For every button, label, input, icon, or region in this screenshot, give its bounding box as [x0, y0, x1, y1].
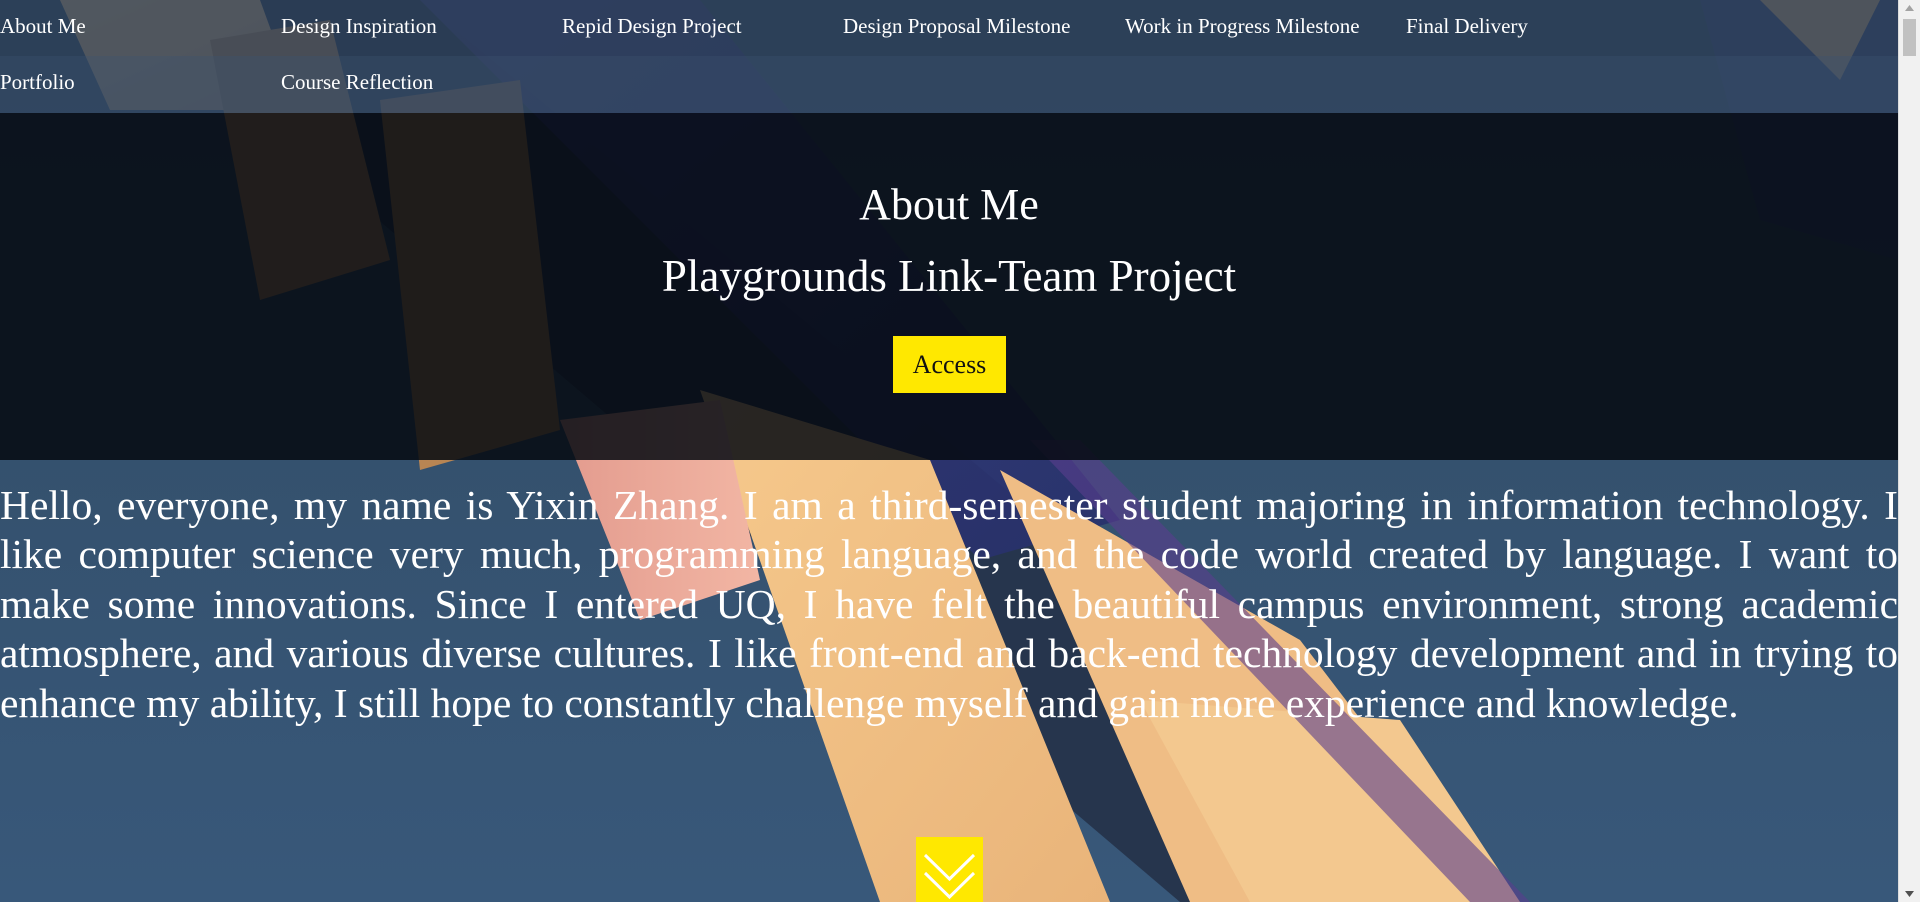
vertical-scrollbar[interactable] — [1898, 0, 1920, 902]
scroll-down-button[interactable] — [916, 837, 983, 902]
triangle-up-icon — [1905, 5, 1914, 11]
nav-item-work-in-progress-milestone[interactable]: Work in Progress Milestone — [1125, 14, 1360, 39]
nav-item-about-me[interactable]: About Me — [0, 14, 86, 39]
triangle-down-icon — [1905, 891, 1914, 897]
intro-paragraph: Hello, everyone, my name is Yixin Zhang.… — [0, 482, 1898, 726]
nav-item-portfolio[interactable]: Portfolio — [0, 70, 75, 95]
nav-item-course-reflection[interactable]: Course Reflection — [281, 70, 433, 95]
scrollbar-thumb[interactable] — [1903, 19, 1916, 56]
nav-row-2: Portfolio Course Reflection — [0, 56, 1898, 113]
project-subtitle: Playgrounds Link-Team Project — [661, 251, 1237, 301]
scroll-up-arrow[interactable] — [1899, 0, 1920, 17]
scroll-down-arrow[interactable] — [1899, 885, 1920, 902]
nav-item-design-inspiration[interactable]: Design Inspiration — [281, 14, 437, 39]
nav-row-1: About Me Design Inspiration Repid Design… — [0, 0, 1898, 56]
top-navigation: About Me Design Inspiration Repid Design… — [0, 0, 1898, 113]
double-chevron-down-icon — [923, 853, 976, 900]
nav-item-design-proposal-milestone[interactable]: Design Proposal Milestone — [843, 14, 1070, 39]
nav-item-final-delivery[interactable]: Final Delivery — [1406, 14, 1528, 39]
access-button[interactable]: Access — [893, 336, 1006, 393]
hero-section: About Me Playgrounds Link-Team Project A… — [0, 113, 1898, 460]
page-title: About Me — [859, 180, 1039, 229]
nav-item-repid-design-project[interactable]: Repid Design Project — [562, 14, 742, 39]
